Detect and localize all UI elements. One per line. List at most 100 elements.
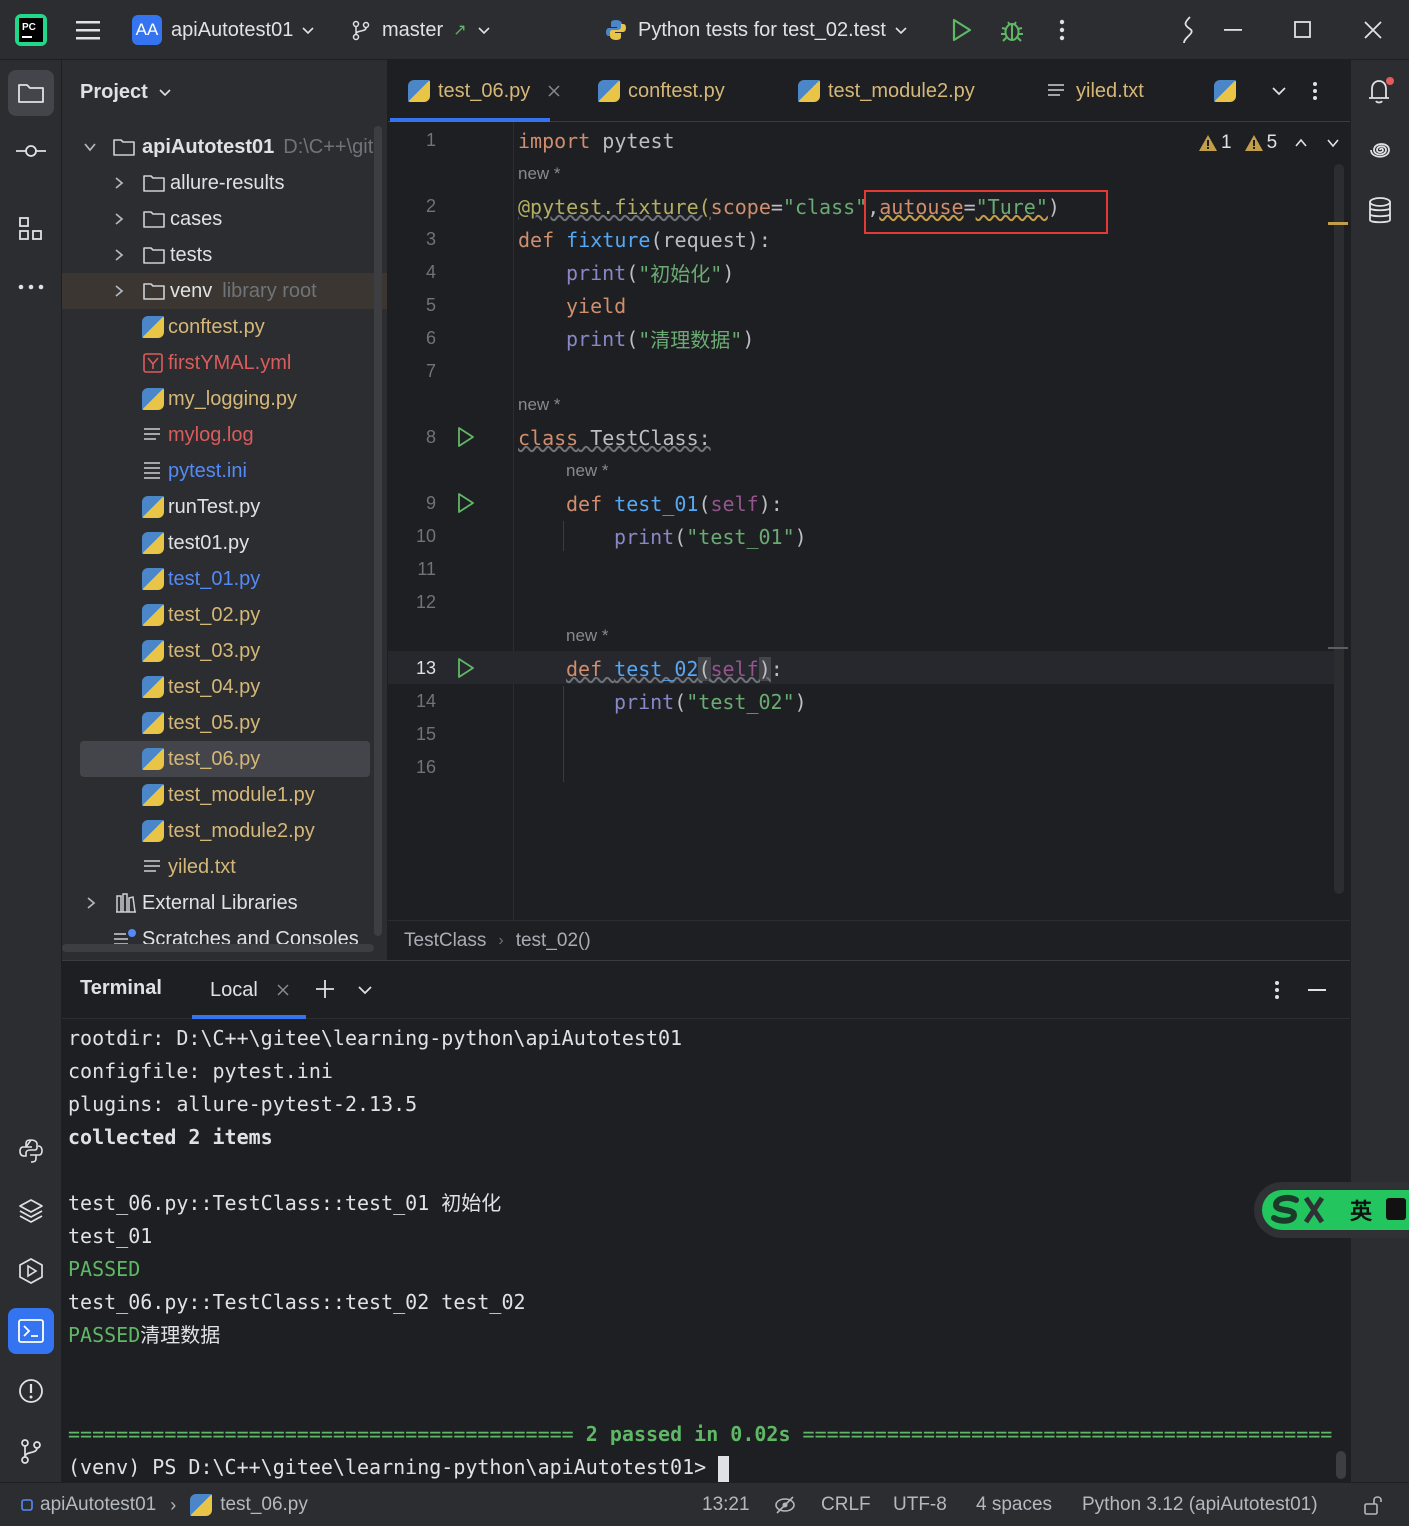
python-console-button[interactable] xyxy=(8,1128,54,1174)
tree-folder-cases[interactable]: cases xyxy=(112,201,222,237)
tab-overflow-file[interactable] xyxy=(1214,60,1236,122)
code-line-5[interactable]: yield xyxy=(566,289,626,322)
breadcrumb-class[interactable]: TestClass xyxy=(404,930,486,952)
tree-folder-allure-results[interactable]: allure-results xyxy=(112,165,284,201)
tree-file-test-02[interactable]: test_02.py xyxy=(142,597,260,633)
hide-panel-icon[interactable] xyxy=(1306,979,1328,1001)
code-line-8[interactable]: class TestClass: xyxy=(518,421,711,454)
more-actions-icon[interactable] xyxy=(1052,0,1072,60)
tree-file-test-03[interactable]: test_03.py xyxy=(142,633,260,669)
minimize-button[interactable] xyxy=(1222,0,1244,60)
tree-file-test-05[interactable]: test_05.py xyxy=(142,705,260,741)
main-menu-icon[interactable] xyxy=(74,0,102,60)
terminal-tool-button[interactable] xyxy=(8,1308,54,1354)
status-caret-position[interactable]: 13:21 xyxy=(702,1483,750,1526)
terminal-more-actions-icon[interactable] xyxy=(1272,979,1282,1001)
run-gutter-icon[interactable] xyxy=(456,492,476,514)
commit-tool-button[interactable] xyxy=(8,128,54,174)
code-line-14[interactable]: print("test_02") xyxy=(614,685,807,718)
code-line-4[interactable]: print("初始化") xyxy=(566,256,734,289)
terminal-tab-local[interactable]: Local xyxy=(210,961,290,1019)
tree-item-label: firstYMAL.yml xyxy=(168,351,292,374)
unlock-icon[interactable] xyxy=(1362,1494,1384,1516)
status-interpreter[interactable]: Python 3.12 (apiAutotest01) xyxy=(1082,1483,1318,1526)
project-panel-header[interactable]: Project xyxy=(80,74,172,110)
tree-file-pytest-ini[interactable]: pytest.ini xyxy=(142,453,247,489)
tree-file-test-04[interactable]: test_04.py xyxy=(142,669,260,705)
tree-folder-venv[interactable]: venv library root xyxy=(112,273,317,309)
new-terminal-tab-icon[interactable] xyxy=(314,978,336,1000)
project-switcher[interactable]: AA apiAutotest01 xyxy=(132,0,315,60)
tree-file-test-module2[interactable]: test_module2.py xyxy=(142,813,315,849)
run-button[interactable] xyxy=(948,0,974,60)
tree-file-test-06[interactable]: test_06.py xyxy=(142,741,260,777)
run-gutter-icon[interactable] xyxy=(456,426,476,448)
terminal-options-chevron-icon[interactable] xyxy=(356,981,374,999)
terminal-scrollbar[interactable] xyxy=(1336,1451,1346,1479)
tree-file-yiled[interactable]: yiled.txt xyxy=(142,849,236,885)
tree-folder-tests[interactable]: tests xyxy=(112,237,212,273)
pycharm-logo-icon[interactable]: PC xyxy=(14,0,48,60)
tree-file-test-01[interactable]: test_01.py xyxy=(142,561,260,597)
tree-file-test-module1[interactable]: test_module1.py xyxy=(142,777,315,813)
tab-conftest[interactable]: conftest.py xyxy=(598,60,725,122)
tree-file-test01[interactable]: test01.py xyxy=(142,525,249,561)
python-file-icon xyxy=(1214,80,1236,102)
structure-tool-button[interactable] xyxy=(8,206,54,252)
tab-list-dropdown[interactable] xyxy=(1270,60,1288,122)
tab-test-module2[interactable]: test_module2.py xyxy=(798,60,975,122)
services-button[interactable] xyxy=(8,1248,54,1294)
status-line-separator[interactable]: CRLF xyxy=(821,1483,871,1526)
project-horizontal-scrollbar[interactable] xyxy=(62,944,374,952)
project-vertical-scrollbar[interactable] xyxy=(374,126,382,936)
ai-assistant-icon[interactable] xyxy=(1176,0,1200,60)
read-only-toggle-icon[interactable] xyxy=(774,1494,796,1516)
git-tool-button[interactable] xyxy=(8,1428,54,1474)
close-tab-icon[interactable] xyxy=(276,983,290,997)
code-line-10[interactable]: print("test_01") xyxy=(614,520,807,553)
tab-yiled[interactable]: yiled.txt xyxy=(1046,60,1144,122)
code-token: test_02 xyxy=(614,656,699,681)
tree-file-firstYMAL[interactable]: firstYMAL.yml xyxy=(142,345,291,381)
debug-button[interactable] xyxy=(998,0,1026,60)
database-button[interactable] xyxy=(1367,196,1393,232)
ai-assistant-button[interactable] xyxy=(1366,136,1394,170)
status-encoding[interactable]: UTF-8 xyxy=(893,1483,947,1526)
warning-stripe-marker[interactable] xyxy=(1328,222,1348,225)
code-line-9[interactable]: def test_01(self): xyxy=(566,487,783,520)
more-tools-icon[interactable] xyxy=(8,264,54,310)
editor-vertical-scrollbar[interactable] xyxy=(1334,164,1344,894)
status-breadcrumb[interactable]: apiAutotest01 › test_06.py xyxy=(20,1483,308,1526)
terminal-prompt-line[interactable]: (venv) PS D:\C++\gitee\learning-python\a… xyxy=(68,1451,730,1484)
problems-tool-button[interactable] xyxy=(8,1368,54,1414)
maximize-button[interactable] xyxy=(1292,0,1314,60)
code-token: ) xyxy=(742,326,755,351)
status-indent[interactable]: 4 spaces xyxy=(976,1483,1052,1526)
close-tab-icon[interactable] xyxy=(546,83,562,99)
code-line-13[interactable]: def test_02(self): xyxy=(566,652,783,685)
ime-toolbar[interactable]: 英 xyxy=(1254,1182,1409,1238)
previous-problem-icon[interactable] xyxy=(1293,135,1309,151)
code-line-6[interactable]: print("清理数据") xyxy=(566,322,754,355)
code-line-3[interactable]: def fixture (request): xyxy=(518,223,771,256)
tree-file-conftest[interactable]: conftest.py xyxy=(142,309,265,345)
tree-file-mylog[interactable]: mylog.log xyxy=(142,417,254,453)
tab-test-06[interactable]: test_06.py xyxy=(408,60,562,122)
branch-switcher[interactable]: master ↗ xyxy=(350,0,491,60)
next-problem-icon[interactable] xyxy=(1325,135,1341,151)
services-layers-button[interactable] xyxy=(8,1188,54,1234)
notifications-button[interactable] xyxy=(1365,76,1395,112)
terminal-prompt: (venv) PS D:\C++\gitee\learning-python\a… xyxy=(68,1455,707,1479)
tree-file-runTest[interactable]: runTest.py xyxy=(142,489,260,525)
project-tool-button[interactable] xyxy=(8,70,54,116)
editor-more-actions-icon[interactable] xyxy=(1310,60,1320,122)
run-configuration-selector[interactable]: Python tests for test_02.test xyxy=(604,0,908,60)
breadcrumb-method[interactable]: test_02() xyxy=(516,930,591,952)
inspection-widget[interactable]: 1 5 xyxy=(1198,128,1341,158)
tree-file-my-logging[interactable]: my_logging.py xyxy=(142,381,297,417)
tree-root-apiAutotest01[interactable]: apiAutotest01 D:\C++\git xyxy=(82,129,373,165)
tree-external-libraries[interactable]: External Libraries xyxy=(84,885,298,921)
code-line-1[interactable]: import pytest xyxy=(518,124,675,157)
run-gutter-icon[interactable] xyxy=(456,657,476,679)
close-window-button[interactable] xyxy=(1362,0,1384,60)
